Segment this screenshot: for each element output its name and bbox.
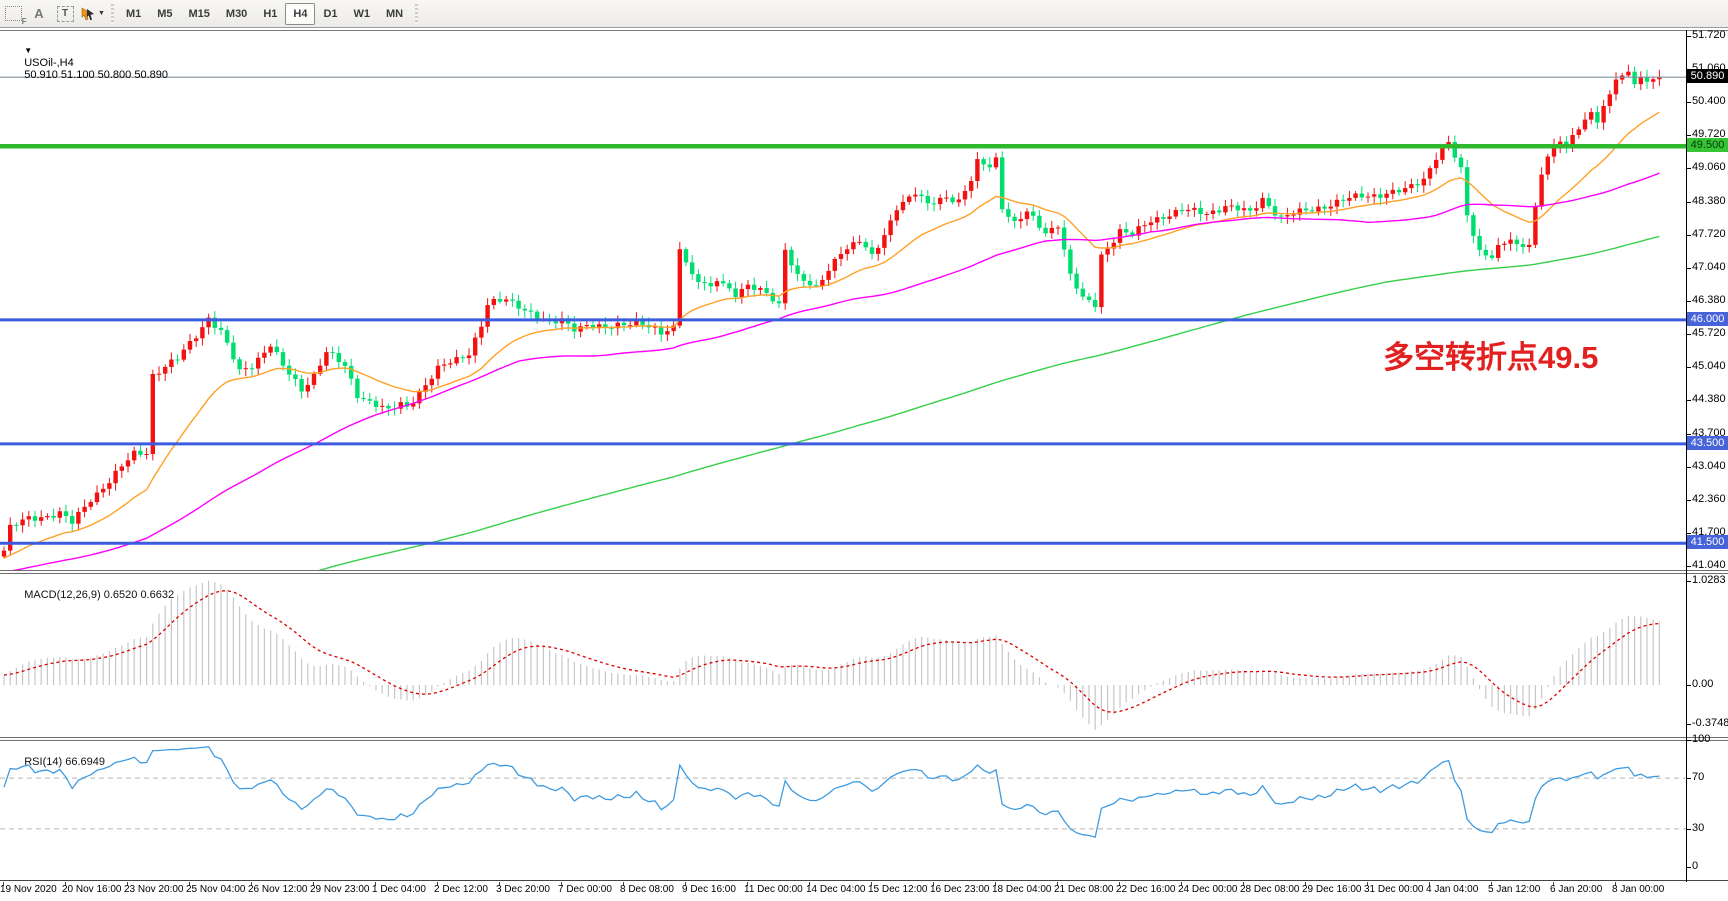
price-axis-label: 46.380 bbox=[1692, 294, 1726, 306]
price-axis-tick bbox=[1686, 400, 1691, 401]
time-axis-label: 29 Nov 23:00 bbox=[310, 884, 370, 895]
rsi-axis-label: 30 bbox=[1692, 822, 1704, 834]
main-panel-top-border bbox=[0, 30, 1728, 31]
splitter-macd-line2 bbox=[0, 573, 1728, 574]
price-level-badge: 49.500 bbox=[1687, 138, 1728, 152]
mt4-window: { "toolbar": { "frame_tool_glyph": "F", … bbox=[0, 0, 1728, 901]
symbol-ohlc-quote: 50.910 51.100 50.800 50.890 bbox=[24, 69, 168, 81]
time-axis-label: 22 Dec 16:00 bbox=[1116, 884, 1176, 895]
price-axis-label: 44.380 bbox=[1692, 393, 1726, 405]
macd-axis-tick bbox=[1686, 685, 1691, 686]
rsi-axis-tick bbox=[1686, 829, 1691, 830]
time-axis-label: 26 Nov 12:00 bbox=[248, 884, 308, 895]
macd-axis-tick bbox=[1686, 581, 1691, 582]
price-axis-tick bbox=[1686, 467, 1691, 468]
price-axis-label: 51.720 bbox=[1692, 29, 1726, 41]
price-axis-tick bbox=[1686, 367, 1691, 368]
time-axis-label: 4 Jan 04:00 bbox=[1426, 884, 1478, 895]
time-axis-label: 25 Nov 04:00 bbox=[186, 884, 246, 895]
price-axis-tick bbox=[1686, 268, 1691, 269]
price-axis-label: 48.380 bbox=[1692, 195, 1726, 207]
time-axis-label: 11 Dec 00:00 bbox=[744, 884, 803, 895]
price-axis-tick bbox=[1686, 168, 1691, 169]
price-axis-label: 45.720 bbox=[1692, 327, 1726, 339]
time-axis-label: 28 Dec 08:00 bbox=[1240, 884, 1300, 895]
price-level-badge: 43.500 bbox=[1687, 436, 1728, 450]
time-axis-label: 1 Dec 04:00 bbox=[372, 884, 426, 895]
time-axis-label: 6 Jan 20:00 bbox=[1550, 884, 1602, 895]
symbol-dropdown-icon[interactable]: ▼ bbox=[24, 46, 32, 55]
time-axis-label: 14 Dec 04:00 bbox=[806, 884, 866, 895]
time-axis-label: 24 Dec 00:00 bbox=[1178, 884, 1238, 895]
time-axis-top-border bbox=[0, 880, 1728, 881]
time-axis-label: 15 Dec 12:00 bbox=[868, 884, 928, 895]
price-axis-label: 49.060 bbox=[1692, 161, 1726, 173]
time-axis-label: 31 Dec 00:00 bbox=[1364, 884, 1424, 895]
price-axis-tick bbox=[1686, 36, 1691, 37]
time-axis-label: 5 Jan 12:00 bbox=[1488, 884, 1540, 895]
price-axis-label: 42.360 bbox=[1692, 493, 1726, 505]
macd-label: MACD(12,26,9) 0.6520 0.6632 bbox=[12, 577, 174, 613]
macd-value-2: 0.6632 bbox=[140, 589, 174, 601]
macd-axis-label: -0.3748 bbox=[1692, 717, 1728, 729]
price-axis-tick bbox=[1686, 334, 1691, 335]
macd-axis-label: 0.00 bbox=[1692, 678, 1713, 690]
rsi-axis-tick bbox=[1686, 740, 1691, 741]
price-axis-label: 45.040 bbox=[1692, 360, 1726, 372]
time-axis-label: 29 Dec 16:00 bbox=[1302, 884, 1362, 895]
time-axis-label: 23 Nov 20:00 bbox=[124, 884, 184, 895]
price-axis-label: 41.040 bbox=[1692, 559, 1726, 571]
rsi-axis-tick bbox=[1686, 778, 1691, 779]
price-axis-label: 47.720 bbox=[1692, 228, 1726, 240]
price-axis-tick bbox=[1686, 235, 1691, 236]
price-axis-tick bbox=[1686, 566, 1691, 567]
time-axis-label: 7 Dec 00:00 bbox=[558, 884, 612, 895]
price-axis-label: 43.040 bbox=[1692, 460, 1726, 472]
rsi-axis-label: 70 bbox=[1692, 771, 1704, 783]
rsi-label: RSI(14) 66.6949 bbox=[12, 744, 105, 780]
macd-axis-tick bbox=[1686, 724, 1691, 725]
current-price-badge: 50.890 bbox=[1687, 69, 1728, 83]
splitter-rsi-line2 bbox=[0, 740, 1728, 741]
chart-canvas[interactable] bbox=[0, 0, 1728, 901]
time-axis-label: 21 Dec 08:00 bbox=[1054, 884, 1114, 895]
price-axis-label: 50.400 bbox=[1692, 95, 1726, 107]
price-axis-tick bbox=[1686, 533, 1691, 534]
time-axis-label: 2 Dec 12:00 bbox=[434, 884, 488, 895]
symbol-quote-line[interactable]: ▼ USOil-,H4 50.910 51.100 50.800 50.890 bbox=[12, 33, 168, 93]
price-axis-tick bbox=[1686, 102, 1691, 103]
price-axis-tick bbox=[1686, 135, 1691, 136]
time-axis-label: 19 Nov 2020 bbox=[0, 884, 57, 895]
price-level-badge: 41.500 bbox=[1687, 535, 1728, 549]
price-level-badge: 46.000 bbox=[1687, 312, 1728, 326]
price-axis-separator bbox=[1686, 30, 1687, 882]
price-axis-tick bbox=[1686, 500, 1691, 501]
time-axis-label: 16 Dec 23:00 bbox=[930, 884, 990, 895]
rsi-axis-tick bbox=[1686, 867, 1691, 868]
chart-annotation-text[interactable]: 多空转折点49.5 bbox=[1383, 332, 1598, 377]
rsi-axis-label: 0 bbox=[1692, 860, 1698, 872]
price-axis-tick bbox=[1686, 202, 1691, 203]
time-axis-label: 8 Dec 08:00 bbox=[620, 884, 674, 895]
rsi-axis-label: 100 bbox=[1692, 733, 1710, 745]
rsi-value: 66.6949 bbox=[65, 756, 105, 768]
time-axis-label: 3 Dec 20:00 bbox=[496, 884, 550, 895]
time-axis-label: 8 Jan 00:00 bbox=[1612, 884, 1664, 895]
symbol-name: USOil-,H4 bbox=[24, 57, 74, 69]
macd-axis-label: 1.0283 bbox=[1692, 574, 1726, 586]
time-axis-label: 9 Dec 16:00 bbox=[682, 884, 736, 895]
price-axis-tick bbox=[1686, 301, 1691, 302]
price-axis-label: 47.040 bbox=[1692, 261, 1726, 273]
price-axis-tick bbox=[1686, 434, 1691, 435]
macd-value-1: 0.6520 bbox=[104, 589, 138, 601]
time-axis-label: 18 Dec 04:00 bbox=[992, 884, 1052, 895]
time-axis-label: 20 Nov 16:00 bbox=[62, 884, 122, 895]
